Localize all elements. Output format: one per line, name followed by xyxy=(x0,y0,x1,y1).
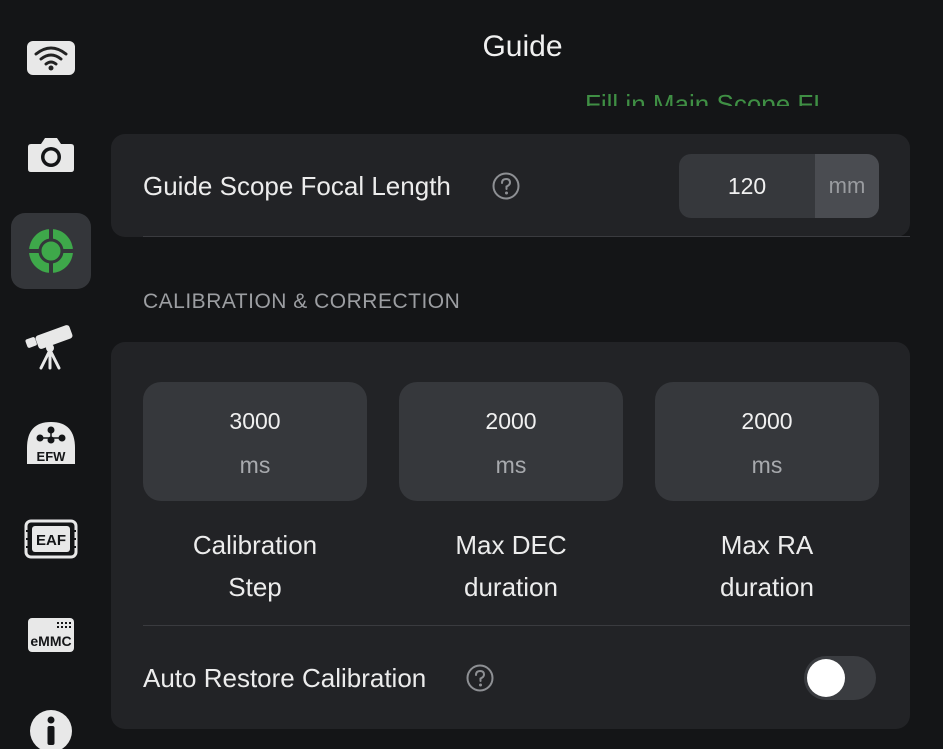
divider xyxy=(143,625,910,626)
divider xyxy=(143,236,910,237)
wifi-icon xyxy=(27,41,75,75)
emmc-icon: eMMC xyxy=(28,618,74,652)
efw-icon: EFW xyxy=(27,422,75,464)
focal-length-input[interactable]: 120 mm xyxy=(679,154,879,218)
max-ra-duration-input[interactable]: 2000 ms xyxy=(655,382,879,501)
sidebar-item-emmc[interactable]: eMMC xyxy=(11,597,91,673)
svg-text:EAF: EAF xyxy=(36,532,66,549)
camera-icon xyxy=(28,138,74,172)
page-title: Guide xyxy=(482,30,563,63)
help-icon[interactable] xyxy=(492,172,520,200)
section-title: CALIBRATION & CORRECTION xyxy=(143,290,461,313)
max-dec-duration-value: 2000 xyxy=(485,408,537,434)
scrolled-partial-text: Fill in Main Scope FL xyxy=(585,89,828,106)
focal-length-card: Guide Scope Focal Length 120 mm xyxy=(111,134,910,237)
auto-restore-toggle[interactable] xyxy=(804,656,876,700)
calibration-step-label: Calibration Step xyxy=(192,530,318,602)
calibration-card: 3000 ms Calibration Step 2000 ms Max DEC… xyxy=(111,342,910,729)
max-dec-duration-label: Max DEC duration xyxy=(455,530,567,602)
max-ra-duration-label: Max RA duration xyxy=(720,530,814,602)
max-ra-duration-unit: ms xyxy=(751,452,783,478)
focal-length-value[interactable]: 120 xyxy=(679,154,815,218)
sidebar-item-efw[interactable]: EFW xyxy=(11,405,91,481)
sidebar-item-wifi[interactable] xyxy=(11,20,91,96)
guide-crosshair-icon xyxy=(27,227,75,275)
max-dec-duration-unit: ms xyxy=(495,452,527,478)
svg-text:eMMC: eMMC xyxy=(30,633,71,649)
max-ra-duration-value: 2000 xyxy=(741,408,793,434)
toggle-knob xyxy=(807,659,845,697)
max-dec-duration-input[interactable]: 2000 ms xyxy=(399,382,623,501)
svg-text:EFW: EFW xyxy=(37,449,67,464)
focal-length-unit: mm xyxy=(815,154,879,218)
focal-length-label: Guide Scope Focal Length xyxy=(143,171,451,201)
calibration-step-input[interactable]: 3000 ms xyxy=(143,382,367,501)
sidebar-item-guide[interactable] xyxy=(11,213,91,289)
calibration-step-value: 3000 xyxy=(229,408,281,434)
sidebar-item-eaf[interactable]: EAF xyxy=(11,501,91,577)
calibration-step-unit: ms xyxy=(239,452,271,478)
sidebar: EFW EAF eMMC xyxy=(0,0,102,749)
info-icon xyxy=(30,710,72,749)
sidebar-item-telescope[interactable] xyxy=(11,309,91,385)
auto-restore-label: Auto Restore Calibration xyxy=(143,663,427,693)
telescope-icon xyxy=(25,325,73,370)
help-icon[interactable] xyxy=(466,664,494,692)
eaf-icon: EAF xyxy=(24,519,78,559)
sidebar-item-info[interactable] xyxy=(11,693,91,749)
sidebar-item-camera[interactable] xyxy=(11,116,91,192)
guide-settings-screen: EFW EAF eMMC Guide Fill in Main Scope FL… xyxy=(0,0,943,749)
